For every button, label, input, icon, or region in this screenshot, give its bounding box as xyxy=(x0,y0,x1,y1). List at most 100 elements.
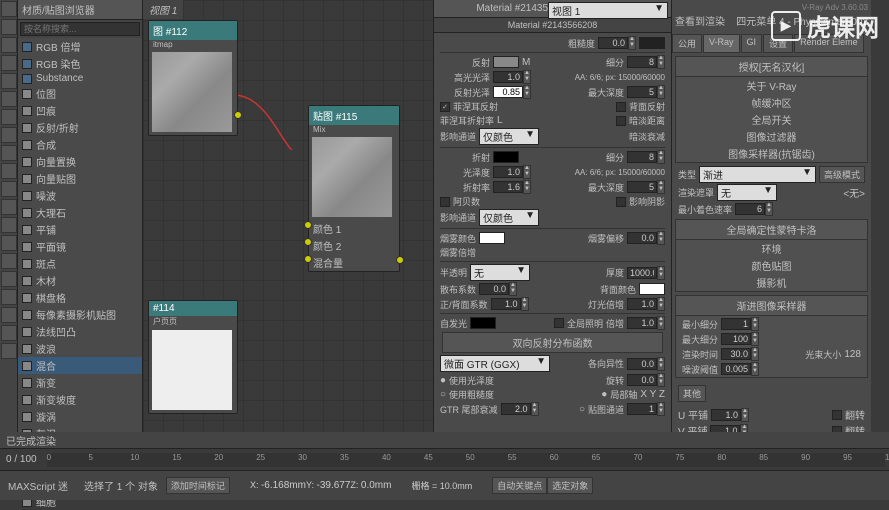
affect-channels-dropdown[interactable]: 仅颜色▼ xyxy=(479,128,539,145)
material-item[interactable]: 合成 xyxy=(18,136,142,153)
refract-affect-dropdown[interactable]: 仅颜色▼ xyxy=(479,209,539,226)
render-rollup-item[interactable]: 图像采样器(抗锯齿) xyxy=(676,145,867,162)
tool-16[interactable] xyxy=(1,271,17,287)
tool-6[interactable] xyxy=(1,91,17,107)
search-input[interactable] xyxy=(20,22,140,36)
gds-group[interactable]: 全局确定性蒙特卡洛 xyxy=(676,220,867,240)
tool-19[interactable] xyxy=(1,325,17,341)
advanced-mode-button[interactable]: 高级模式 xyxy=(819,166,865,183)
abbe-check[interactable] xyxy=(440,197,450,207)
tool-9[interactable] xyxy=(1,145,17,161)
tool-13[interactable] xyxy=(1,217,17,233)
material-item[interactable]: 平铺 xyxy=(18,221,142,238)
node-graph[interactable]: 视图 1 图 #112 itmap 贴图 #115 Mix 颜色 1 颜色 2 … xyxy=(143,0,433,470)
material-item[interactable]: 向量贴图 xyxy=(18,170,142,187)
material-item[interactable]: 平面镜 xyxy=(18,238,142,255)
tool-12[interactable] xyxy=(1,199,17,215)
brdf-rollup[interactable]: 双向反射分布函数 xyxy=(442,332,663,353)
output-port[interactable] xyxy=(396,256,404,264)
material-item[interactable]: 波浪 xyxy=(18,340,142,357)
render-tab[interactable]: GI xyxy=(741,34,763,53)
material-item[interactable]: 棋盘格 xyxy=(18,289,142,306)
tool-18[interactable] xyxy=(1,307,17,323)
refract-color[interactable] xyxy=(493,151,519,163)
tool-scale[interactable] xyxy=(1,55,17,71)
tool-11[interactable] xyxy=(1,181,17,197)
input-port[interactable] xyxy=(304,238,312,246)
material-item[interactable]: RGB 染色 xyxy=(18,55,142,72)
translucency-dropdown[interactable]: 无▼ xyxy=(470,264,530,281)
back-refl-check[interactable] xyxy=(616,102,626,112)
material-item[interactable]: Substance xyxy=(18,72,142,85)
material-item[interactable]: 漩涡 xyxy=(18,408,142,425)
tool-8[interactable] xyxy=(1,127,17,143)
tool-15[interactable] xyxy=(1,253,17,269)
render-rollup-item[interactable]: 关于 V-Ray xyxy=(676,77,867,94)
tool-select[interactable] xyxy=(1,1,17,17)
material-item[interactable]: 大理石 xyxy=(18,204,142,221)
node-tab[interactable]: 视图 1 xyxy=(143,0,183,19)
timeline-ruler[interactable]: 0510152025303540455055606570758085909510… xyxy=(47,453,885,467)
material-item[interactable]: 木材 xyxy=(18,272,142,289)
affect-shadow-check[interactable] xyxy=(616,197,626,207)
render-rollup-item[interactable]: 全局开关 xyxy=(676,111,867,128)
output-port[interactable] xyxy=(234,111,242,119)
render-rollup-item[interactable]: 摄影机 xyxy=(676,274,867,291)
timeline[interactable]: 0 / 100 05101520253035404550556065707580… xyxy=(0,448,889,470)
swatch[interactable] xyxy=(639,37,665,49)
material-item[interactable]: 斑点 xyxy=(18,255,142,272)
dim-check[interactable] xyxy=(616,116,626,126)
other-button[interactable]: 其他 xyxy=(678,385,706,402)
material-item[interactable]: 凹痕 xyxy=(18,102,142,119)
material-item[interactable]: 位图 xyxy=(18,85,142,102)
tool-17[interactable] xyxy=(1,289,17,305)
refl-gloss-input[interactable] xyxy=(493,86,523,98)
viewport-dropdown[interactable]: 视图 1▼ xyxy=(548,2,668,19)
tool-rotate[interactable] xyxy=(1,37,17,53)
auto-key-button[interactable]: 自动关键点 xyxy=(492,477,547,494)
tool-20[interactable] xyxy=(1,343,17,359)
render-mask-dropdown[interactable]: 无▼ xyxy=(717,184,777,201)
material-item[interactable]: 渐变坡度 xyxy=(18,391,142,408)
self-illum-color[interactable] xyxy=(470,317,496,329)
fresnel-check[interactable]: ✓ xyxy=(440,102,450,112)
hilight-input[interactable] xyxy=(493,71,523,83)
render-rollup-item[interactable]: 图像过滤器 xyxy=(676,128,867,145)
render-rollup-item[interactable]: 环境 xyxy=(676,240,867,257)
material-item[interactable]: 每像素摄影机贴图 xyxy=(18,306,142,323)
sampler-type-dropdown[interactable]: 渐进▼ xyxy=(699,166,816,183)
maxdepth-input[interactable] xyxy=(627,86,657,98)
tool-5[interactable] xyxy=(1,73,17,89)
render-rollup-item[interactable]: 帧缓冲区 xyxy=(676,94,867,111)
add-time-tag-button[interactable]: 添加时间标记 xyxy=(166,477,230,494)
material-item[interactable]: 反射/折射 xyxy=(18,119,142,136)
fog-color[interactable] xyxy=(479,232,505,244)
material-item[interactable]: RGB 倍增 xyxy=(18,38,142,55)
selected-obj-button[interactable]: 选定对象 xyxy=(547,477,593,494)
brdf-dropdown[interactable]: 微面 GTR (GGX)▼ xyxy=(440,355,550,372)
render-tab[interactable]: 公用 xyxy=(672,34,702,53)
refract-subdiv[interactable] xyxy=(627,151,657,163)
reflect-color[interactable] xyxy=(493,56,519,68)
ior-input[interactable] xyxy=(493,181,523,193)
roughness-input[interactable] xyxy=(598,37,628,49)
node-114[interactable]: #114 户页页 xyxy=(148,300,238,414)
input-port[interactable] xyxy=(304,255,312,263)
render-rollup-item[interactable]: 颜色贴图 xyxy=(676,257,867,274)
material-item[interactable]: 噪波 xyxy=(18,187,142,204)
progressive-group[interactable]: 渐进图像采样器 xyxy=(676,296,867,316)
subdiv-input[interactable] xyxy=(627,56,657,68)
material-item[interactable]: 向量置换 xyxy=(18,153,142,170)
tool-move[interactable] xyxy=(1,19,17,35)
tool-14[interactable] xyxy=(1,235,17,251)
material-item[interactable]: 混合 xyxy=(18,357,142,374)
tool-10[interactable] xyxy=(1,163,17,179)
node-mix-115[interactable]: 贴图 #115 Mix 颜色 1 颜色 2 混合量 xyxy=(308,105,400,272)
render-tab[interactable]: V-Ray xyxy=(703,34,740,53)
auth-group[interactable]: 授权[无名汉化] xyxy=(676,57,867,77)
material-item[interactable]: 法线凹凸 xyxy=(18,323,142,340)
material-item[interactable]: 渐变 xyxy=(18,374,142,391)
node-bitmap-112[interactable]: 图 #112 itmap xyxy=(148,20,238,136)
refract-gloss[interactable] xyxy=(493,166,523,178)
input-port[interactable] xyxy=(304,221,312,229)
